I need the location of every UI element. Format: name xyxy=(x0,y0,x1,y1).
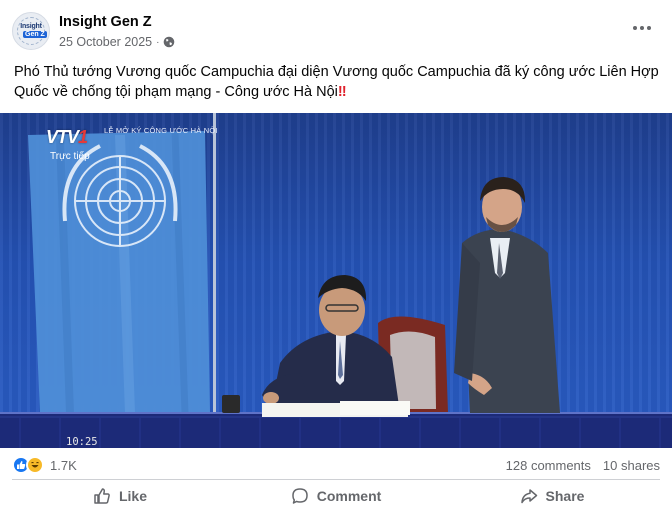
live-label: Trực tiếp xyxy=(50,151,90,162)
post-caption: Phó Thủ tướng Vương quốc Campuchia đại d… xyxy=(14,62,662,102)
comment-label: Comment xyxy=(316,488,382,504)
comments-count-link[interactable]: 128 comments xyxy=(506,458,591,473)
more-dot-icon xyxy=(633,26,637,30)
vtv-text: VTV xyxy=(46,127,79,147)
share-button[interactable]: Share xyxy=(444,482,660,510)
avatar-text-insight: Insight xyxy=(20,23,42,30)
shares-count-link[interactable]: 10 shares xyxy=(603,458,660,473)
laughing-face-icon xyxy=(31,462,39,468)
post-actions: Like Comment Share xyxy=(12,482,660,510)
post-meta: 25 October 2025 · xyxy=(59,35,175,49)
caption-text: Phó Thủ tướng Vương quốc Campuchia đại d… xyxy=(14,64,659,100)
post-video[interactable]: VTV1 Trực tiếp LỄ MỞ KÝ CÔNG ƯỚC HÀ NỘI … xyxy=(0,113,672,448)
event-caption: LỄ MỞ KÝ CÔNG ƯỚC HÀ NỘI xyxy=(104,126,218,135)
like-label: Like xyxy=(118,488,147,504)
comment-icon xyxy=(291,488,308,504)
avatar-text-genz: Gen Z xyxy=(23,31,47,38)
thumbs-up-icon xyxy=(17,461,26,469)
like-icon xyxy=(94,488,110,504)
like-button[interactable]: Like xyxy=(12,482,228,510)
haha-reaction-icon xyxy=(26,456,44,474)
actions-divider xyxy=(12,479,660,480)
engagement-stats: 128 comments 10 shares xyxy=(506,458,660,473)
more-dot-icon xyxy=(640,26,644,30)
page-name-link[interactable]: Insight Gen Z xyxy=(59,14,152,30)
broadcast-clock: 10:25 xyxy=(66,436,98,448)
meta-separator: · xyxy=(156,36,160,48)
vtv1-logo: VTV1 xyxy=(46,127,88,148)
facebook-post: Insight Gen Z Insight Gen Z 25 October 2… xyxy=(0,0,672,511)
more-dot-icon xyxy=(647,26,651,30)
comment-button[interactable]: Comment xyxy=(228,482,444,510)
more-options-button[interactable] xyxy=(631,22,653,34)
reaction-count: 1.7K xyxy=(50,457,77,473)
double-exclamation-emoji: ‼ xyxy=(337,84,347,100)
reactions-summary[interactable]: 1.7K xyxy=(12,456,77,474)
signing-scene xyxy=(0,113,672,448)
page-avatar[interactable]: Insight Gen Z xyxy=(12,12,50,50)
share-icon xyxy=(520,489,537,504)
vtv-channel-number: 1 xyxy=(78,127,88,147)
share-label: Share xyxy=(545,488,585,504)
post-date-link[interactable]: 25 October 2025 xyxy=(59,35,152,49)
globe-icon[interactable] xyxy=(163,36,175,48)
